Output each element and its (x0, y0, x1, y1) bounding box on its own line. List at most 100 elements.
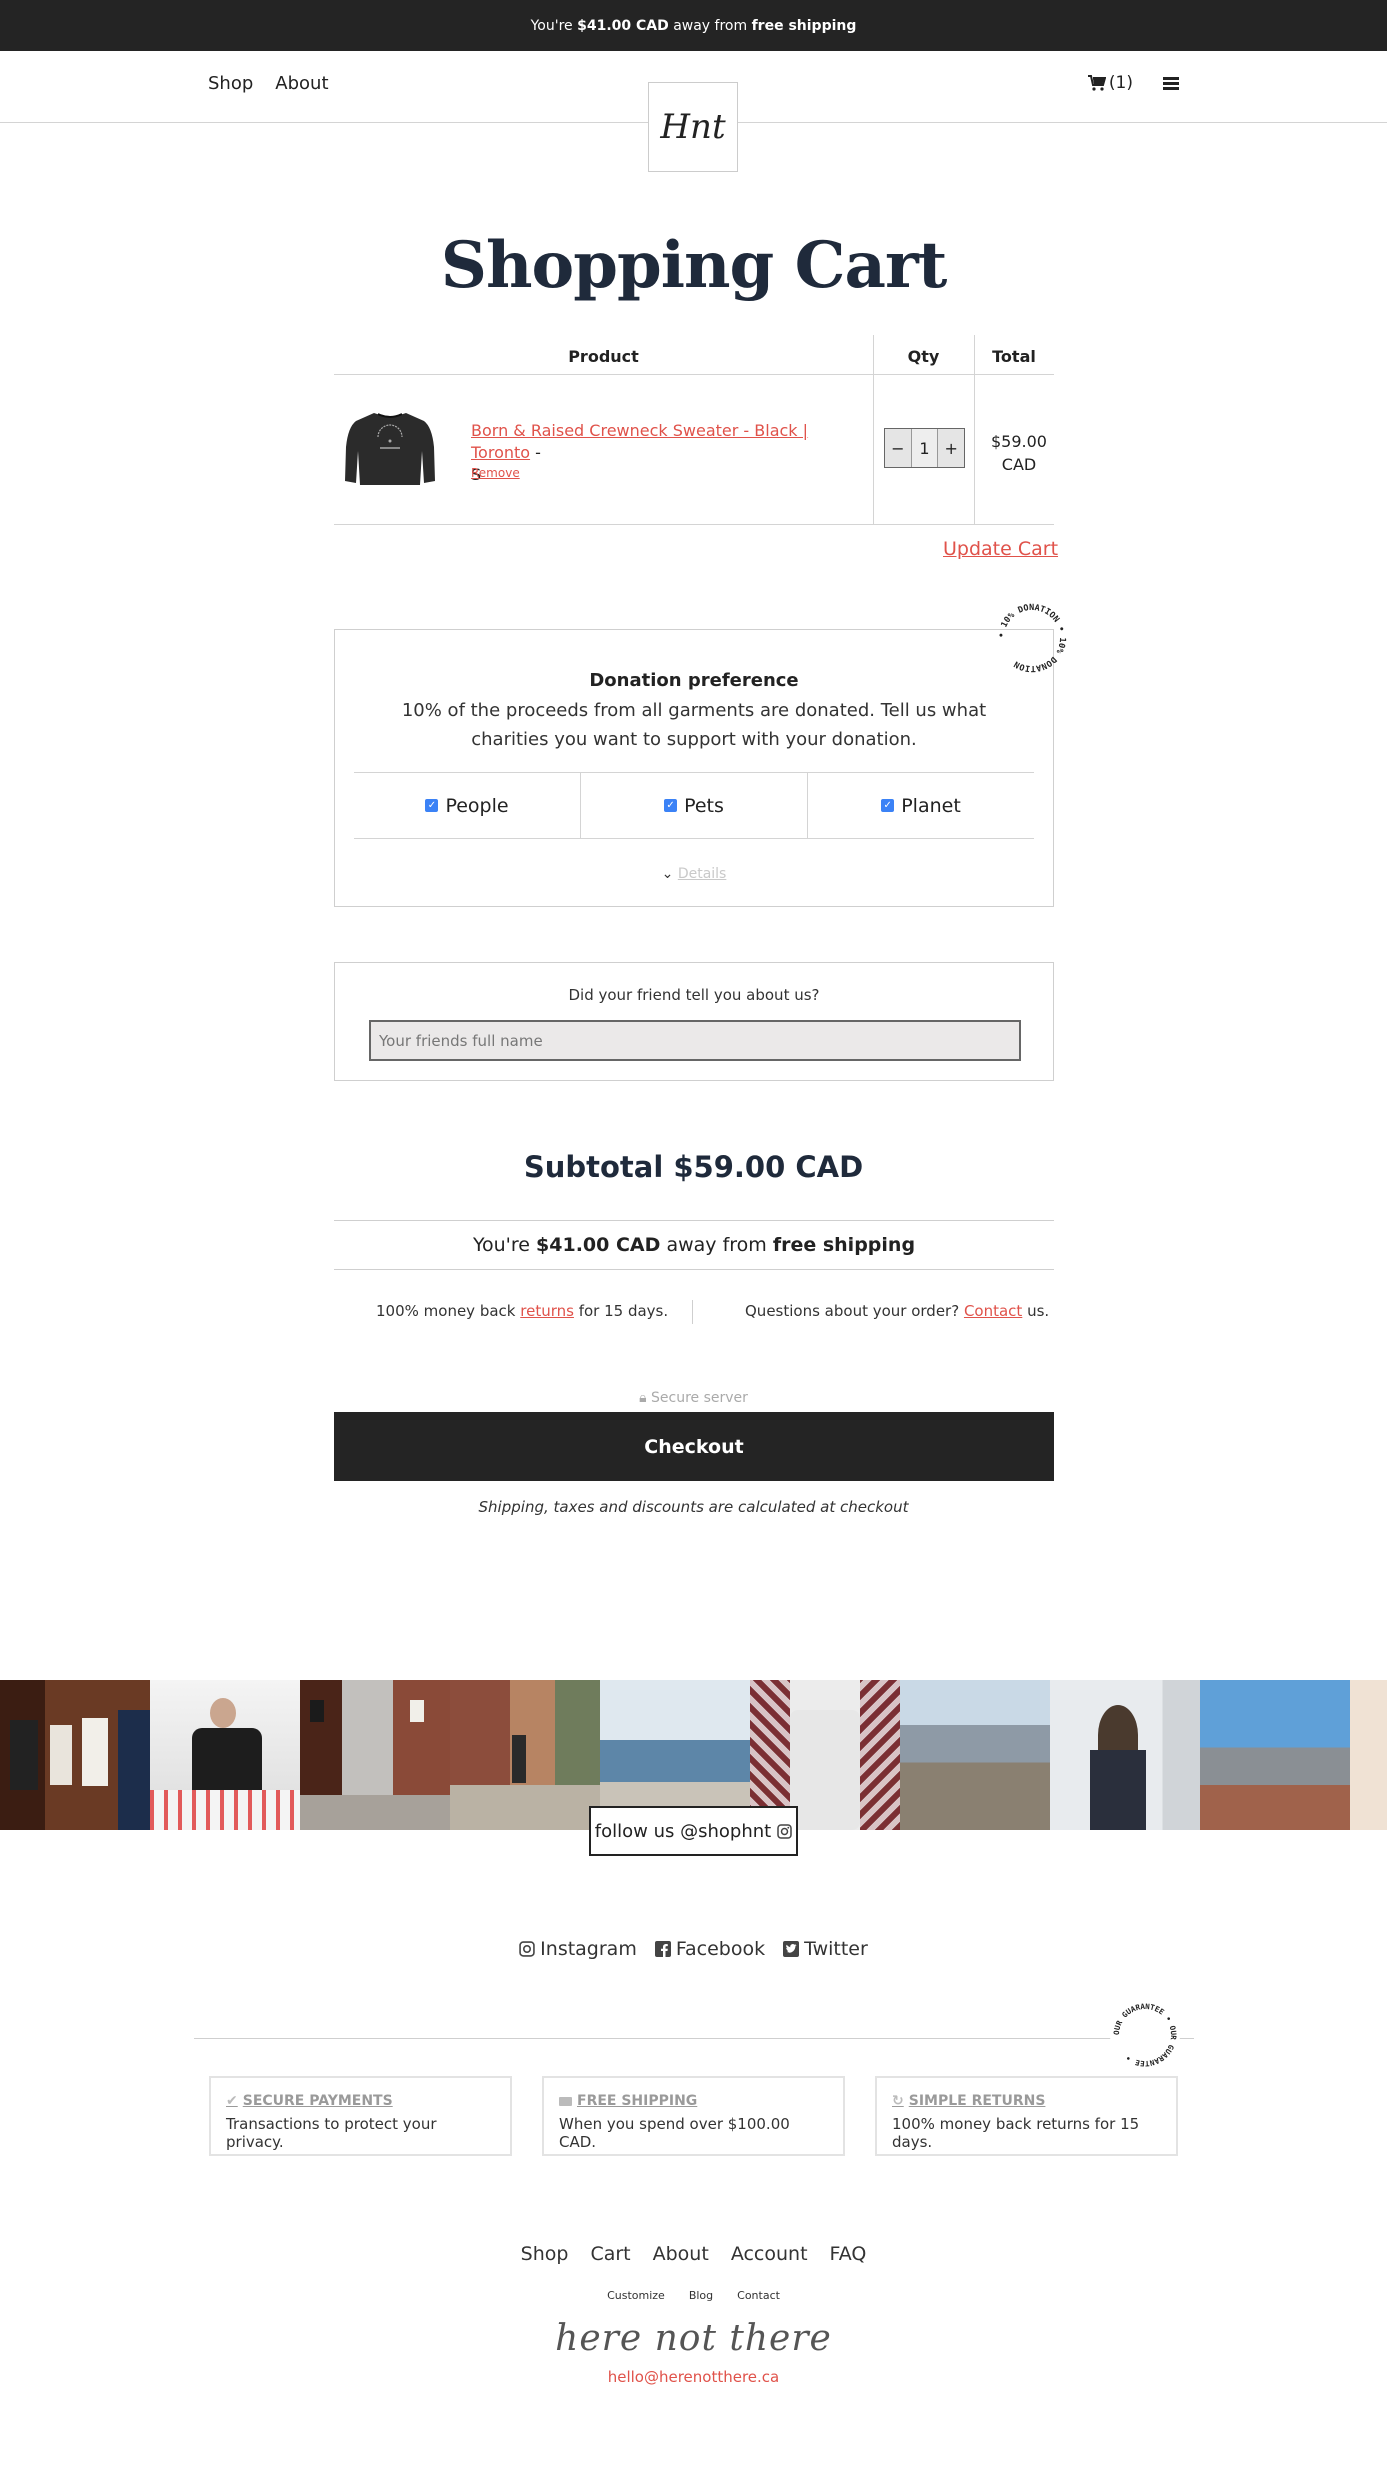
nav-right: (1) (1087, 73, 1179, 93)
card-simple-returns: ↻ SIMPLE RETURNS 100% money back returns … (875, 2076, 1178, 2156)
checkbox-checked-icon[interactable]: ✓ (664, 799, 678, 812)
product-info: Born & Raised Crewneck Sweater - Black |… (471, 420, 856, 486)
footer-link-about[interactable]: About (653, 2243, 709, 2265)
card-description: When you spend over $100.00 CAD. (559, 2115, 790, 2151)
table-header: Product Qty Total (334, 335, 1054, 375)
guarantee-cards: ✔ SECURE PAYMENTS Transactions to protect… (209, 2076, 1178, 2156)
secure-server-label: Secure server (651, 1390, 748, 1406)
donation-text: 10% of the proceeds from all garments ar… (401, 700, 987, 750)
donation-badge-text: • 10% DONATION • 10% DONATION (997, 603, 1067, 673)
friend-name-input[interactable]: Your friends full name (369, 1020, 1021, 1061)
refresh-icon: ↻ (892, 2093, 904, 2109)
donation-heading: Donation preference (589, 670, 799, 691)
guarantee-badge: OUR GUARANTEE • OUR GUARANTEE • (1110, 2000, 1180, 2070)
referral-box: Did your friend tell you about us? Your … (334, 962, 1054, 1081)
gallery-image[interactable] (900, 1680, 1050, 1830)
remove-link[interactable]: Remove (471, 466, 520, 480)
line-total: $59.00 CAD (984, 430, 1054, 476)
footer-link-customize[interactable]: Customize (607, 2289, 665, 2302)
footer-link-shop[interactable]: Shop (521, 2243, 569, 2265)
returns-prefix: 100% money back (376, 1302, 521, 1320)
shipping-notice: You're $41.00 CAD away from free shippin… (334, 1220, 1054, 1270)
card-title: SECURE PAYMENTS (242, 2093, 393, 2109)
instagram-icon (519, 1941, 535, 1957)
shipping-middle: away from (666, 1234, 767, 1256)
footer-link-blog[interactable]: Blog (689, 2289, 713, 2302)
cart-link[interactable]: (1) (1087, 73, 1133, 93)
table-row: Born & Raised Crewneck Sweater - Black |… (334, 375, 1054, 525)
card-description: 100% money back returns for 15 days. (892, 2115, 1140, 2151)
card-title: FREE SHIPPING (577, 2093, 698, 2109)
qty-increase-button[interactable]: + (938, 429, 964, 467)
footer-nav: Shop Cart About Account FAQ (0, 2243, 1387, 2265)
product-image[interactable] (344, 407, 436, 489)
qty-input[interactable]: 1 (910, 429, 939, 467)
social-links: Instagram Facebook Twitter (0, 1938, 1387, 1960)
qty-decrease-button[interactable]: − (885, 429, 911, 467)
product-name-link[interactable]: Born & Raised Crewneck Sweater - Black |… (471, 421, 808, 462)
guarantee-badge-text: OUR GUARANTEE • OUR GUARANTEE • (1112, 2002, 1178, 2068)
gallery-image[interactable] (150, 1680, 300, 1830)
nav-about-link[interactable]: About (275, 73, 328, 94)
details-label: Details (677, 866, 727, 882)
gallery-image[interactable] (0, 1680, 150, 1830)
card-description: Transactions to protect your privacy. (226, 2115, 437, 2151)
product-dash: - (530, 443, 541, 462)
contact-info: Questions about your order? Contact us. (745, 1302, 1049, 1320)
gallery-image[interactable] (1200, 1680, 1350, 1830)
gallery-image[interactable] (300, 1680, 450, 1830)
returns-info: 100% money back returns for 15 days. (376, 1302, 668, 1320)
header-total: Total (992, 347, 1036, 366)
twitter-link[interactable]: Twitter (783, 1938, 868, 1960)
option-label: People (445, 794, 509, 817)
footer-link-account[interactable]: Account (731, 2243, 808, 2265)
nav-left: Shop About (208, 73, 329, 94)
svg-text:OUR GUARANTEE • OUR GUARANTEE: OUR GUARANTEE • OUR GUARANTEE • (1112, 2002, 1178, 2068)
nav-shop-link[interactable]: Shop (208, 73, 253, 94)
contact-link[interactable]: Contact (964, 1302, 1022, 1320)
checkbox-checked-icon[interactable]: ✓ (881, 799, 895, 812)
donation-badge: • 10% DONATION • 10% DONATION (994, 600, 1070, 676)
signature-logo: here not there (555, 2318, 832, 2359)
footer-link-contact[interactable]: Contact (737, 2289, 780, 2302)
donation-preference-box: Donation preference 10% of the proceeds … (334, 629, 1054, 907)
checkout-button[interactable]: Checkout (334, 1412, 1054, 1481)
gallery-image[interactable] (1350, 1680, 1387, 1830)
footer-link-cart[interactable]: Cart (590, 2243, 630, 2265)
guarantee-row: 100% money back returns for 15 days. Que… (334, 1300, 1054, 1324)
svg-text:• 10% DONATION • 10% DONATION: • 10% DONATION • 10% DONATION (997, 603, 1067, 673)
gallery-image[interactable] (450, 1680, 600, 1830)
site-logo[interactable]: Hnt (648, 82, 738, 172)
footer-link-faq[interactable]: FAQ (830, 2243, 867, 2265)
guarantee-badge-circle: OUR GUARANTEE • OUR GUARANTEE • (1112, 2002, 1178, 2068)
follow-us-button[interactable]: follow us @shophnt (589, 1806, 798, 1856)
checkbox-checked-icon[interactable]: ✓ (425, 799, 439, 812)
shipping-taxes-note: Shipping, taxes and discounts are calcul… (478, 1498, 909, 1516)
donation-option-planet[interactable]: ✓ Planet (808, 773, 1034, 838)
footer-secondary-nav: Customize Blog Contact (0, 2289, 1387, 2302)
menu-icon[interactable] (1163, 76, 1179, 91)
facebook-link[interactable]: Facebook (654, 1938, 765, 1960)
update-cart-link[interactable]: Update Cart (943, 538, 1058, 560)
donation-option-people[interactable]: ✓ People (354, 773, 581, 838)
card-title: SIMPLE RETURNS (908, 2093, 1046, 2109)
returns-link[interactable]: returns (520, 1302, 574, 1320)
shipping-free: free shipping (772, 1234, 916, 1256)
announcement-middle: away from (673, 17, 748, 34)
cart-count: (1) (1108, 73, 1133, 93)
details-toggle[interactable]: ⌄ Details (335, 866, 1053, 882)
gallery-image[interactable] (1050, 1680, 1200, 1830)
card-secure-payments: ✔ SECURE PAYMENTS Transactions to protect… (209, 2076, 512, 2156)
donation-option-pets[interactable]: ✓ Pets (581, 773, 808, 838)
announcement-free-shipping: free shipping (751, 17, 857, 34)
line-total-currency: CAD (1001, 455, 1037, 474)
instagram-link[interactable]: Instagram (519, 1938, 637, 1960)
donation-options: ✓ People ✓ Pets ✓ Planet (354, 772, 1034, 839)
announcement-prefix: You're (530, 17, 573, 34)
facebook-icon (654, 1941, 671, 1957)
instagram-icon (777, 1823, 792, 1839)
quantity-stepper: − 1 + (884, 428, 965, 468)
header-product: Product (568, 347, 639, 366)
email-link[interactable]: hello@herenotthere.ca (0, 2368, 1387, 2386)
check-icon: ✔ (226, 2093, 238, 2109)
